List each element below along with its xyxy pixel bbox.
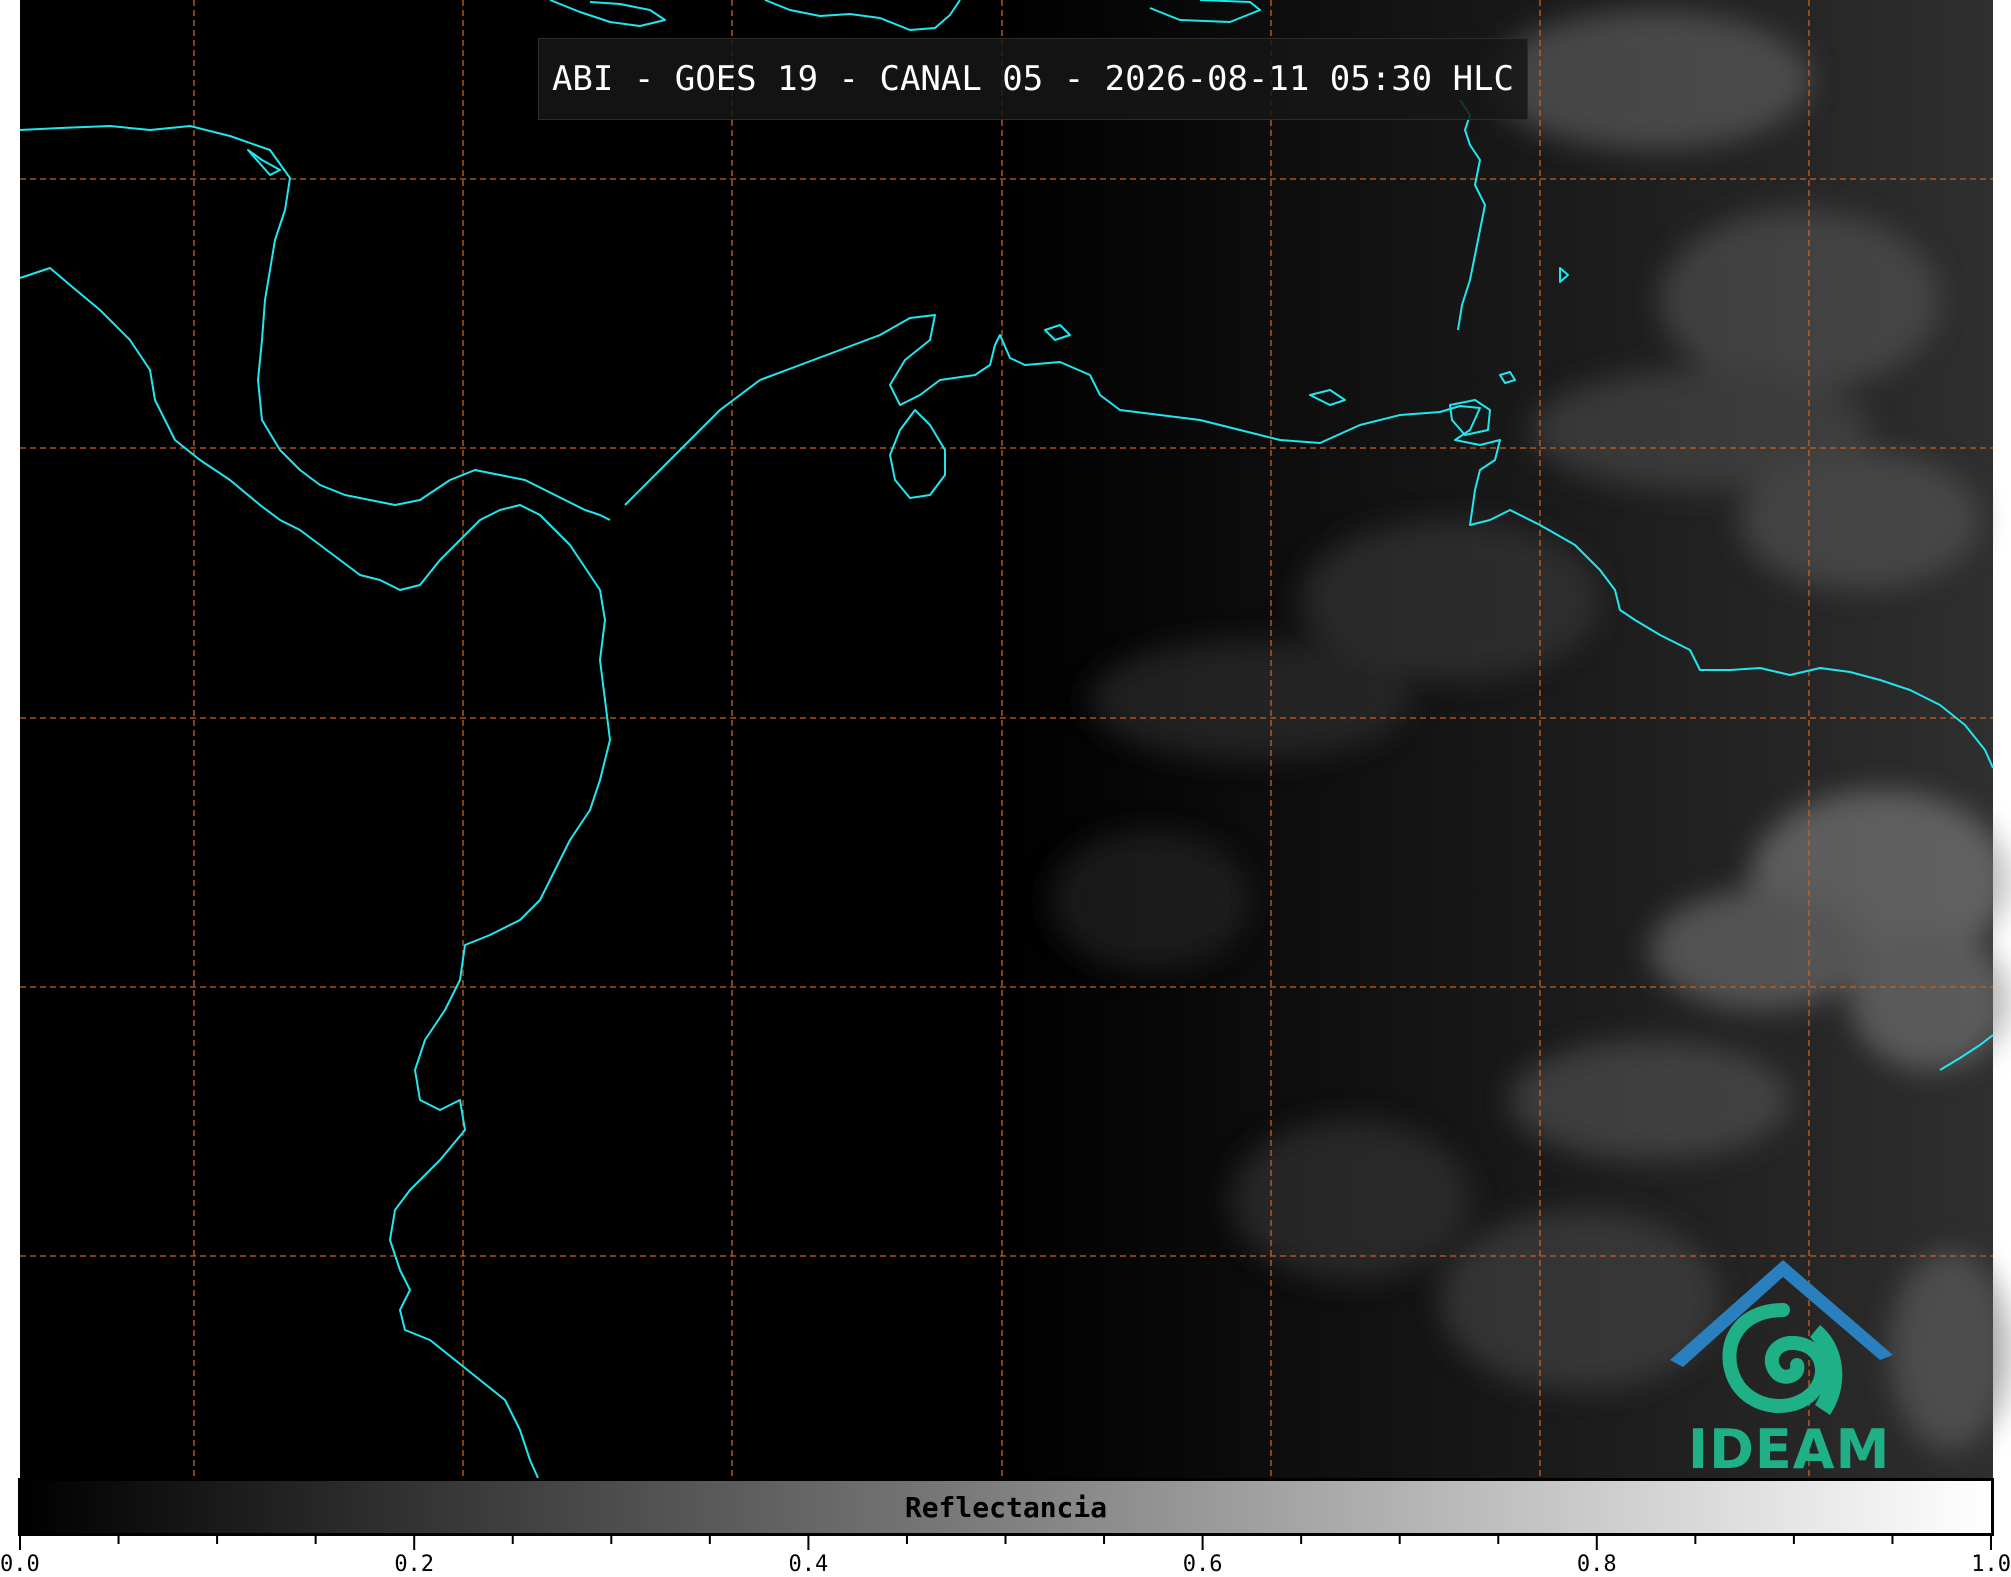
colorbar-tick-label: 1.0	[1971, 1552, 2011, 1577]
colorbar-tick-label: 0.2	[394, 1552, 435, 1577]
title-banner: ABI - GOES 19 - CANAL 05 - 2026-08-11 05…	[538, 38, 1528, 120]
colorbar-label: Reflectancia	[904, 1490, 1108, 1524]
swirl-icon	[1722, 1303, 1830, 1413]
colorbar-tick-label: 0.6	[1182, 1552, 1223, 1577]
logo-text: IDEAM	[1688, 1418, 1891, 1481]
swirl-tail-icon	[1810, 1325, 1843, 1415]
colorbar-ticks	[19, 1536, 1992, 1550]
map-title: ABI - GOES 19 - CANAL 05 - 2026-08-11 05…	[551, 59, 1515, 99]
colorbar-tick-label: 0.8	[1576, 1552, 1617, 1577]
colorbar-tick-label: 0.4	[788, 1552, 829, 1577]
colorbar: Reflectancia	[18, 1478, 1994, 1536]
colorbar-tick-label: 0.0	[0, 1552, 40, 1577]
